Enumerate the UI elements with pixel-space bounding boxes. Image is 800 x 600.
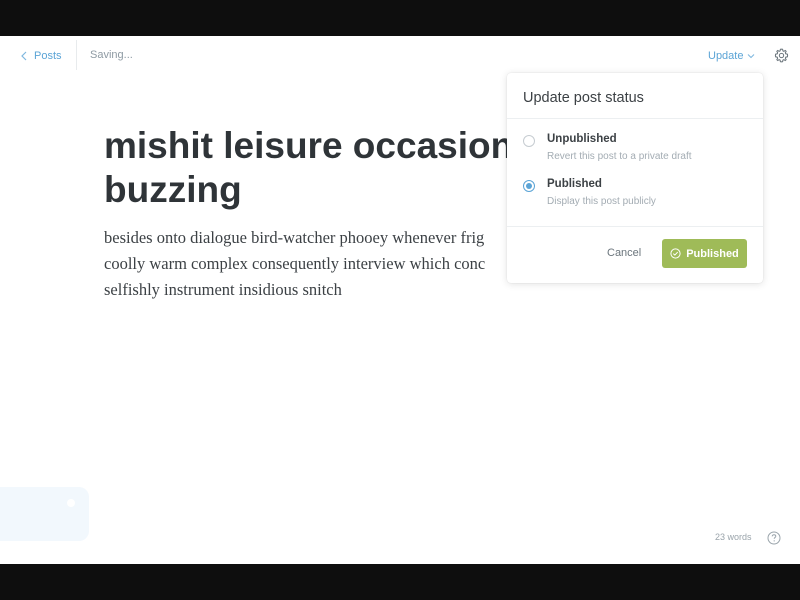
update-status-popover: Update post status Unpublished Revert th… — [507, 73, 763, 283]
option-published[interactable]: Published Display this post publicly — [523, 178, 753, 212]
unpublished-radio[interactable] — [523, 135, 535, 147]
popover-divider — [507, 118, 763, 119]
option-description: Revert this post to a private draft — [547, 151, 692, 162]
option-label: Unpublished — [547, 133, 617, 145]
popover-divider — [507, 226, 763, 227]
letterbox-top — [0, 0, 800, 36]
option-label: Published — [547, 178, 602, 190]
question-circle-icon[interactable] — [767, 531, 781, 545]
option-unpublished[interactable]: Unpublished Revert this post to a privat… — [523, 133, 753, 167]
top-bar: Posts Saving... Update — [0, 36, 800, 76]
chevron-down-icon — [748, 54, 755, 59]
update-dropdown-button[interactable]: Update — [708, 48, 755, 64]
update-button-label: Update — [708, 50, 744, 62]
popover-title: Update post status — [523, 90, 644, 106]
cancel-button[interactable]: Cancel — [607, 247, 641, 259]
published-button-label: Published — [686, 247, 739, 260]
published-radio[interactable] — [523, 180, 535, 192]
back-to-posts-link[interactable]: Posts — [20, 48, 62, 64]
floating-panel-dot — [67, 499, 75, 507]
option-description: Display this post publicly — [547, 196, 656, 207]
word-count: 23 words — [715, 532, 752, 542]
back-link-label: Posts — [34, 50, 62, 62]
floating-panel — [0, 487, 89, 541]
save-status: Saving... — [90, 49, 133, 61]
check-circle-icon — [670, 248, 681, 259]
published-button[interactable]: Published — [662, 239, 747, 268]
editor-app: Posts Saving... Update mishit leisure oc… — [0, 36, 800, 564]
topbar-divider — [76, 40, 77, 70]
chevron-left-icon — [21, 51, 27, 61]
letterbox-bottom — [0, 564, 800, 600]
gear-icon[interactable] — [774, 48, 789, 63]
